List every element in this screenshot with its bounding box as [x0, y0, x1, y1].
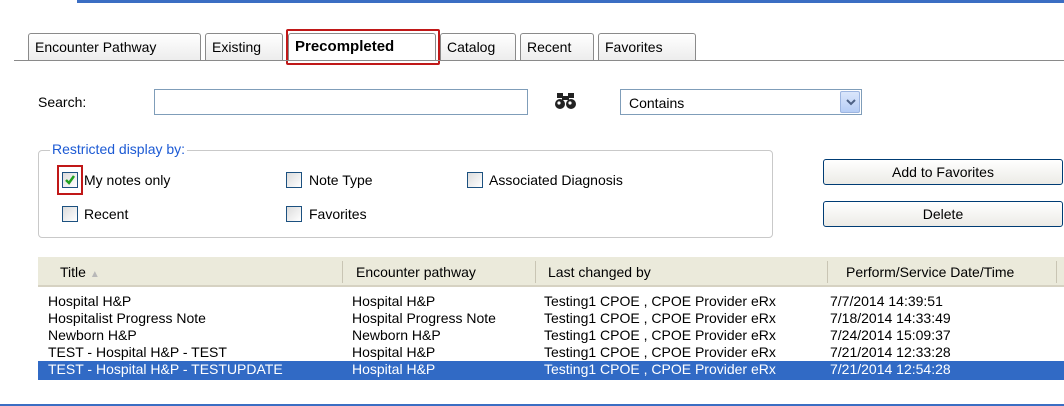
- cell-date: 7/21/2014 12:33:28: [830, 344, 951, 360]
- cell-date: 7/21/2014 12:54:28: [830, 361, 951, 377]
- recent-label: Recent: [84, 206, 129, 222]
- match-mode-value: Contains: [629, 95, 685, 111]
- column-divider[interactable]: [535, 261, 536, 283]
- sort-ascending-icon: ▲: [89, 269, 100, 280]
- note-type-checkbox[interactable]: [286, 172, 302, 188]
- cell-changed-by: Testing1 CPOE , CPOE Provider eRx: [544, 293, 776, 309]
- tab-catalog[interactable]: Catalog: [440, 33, 516, 61]
- cell-title: Hospital H&P: [48, 293, 132, 309]
- note-type-label: Note Type: [309, 172, 373, 188]
- cell-title: Hospitalist Progress Note: [48, 310, 206, 326]
- cell-pathway: Hospital H&P: [352, 344, 436, 360]
- column-divider[interactable]: [827, 261, 828, 283]
- recent-checkbox[interactable]: [62, 206, 78, 222]
- cell-changed-by: Testing1 CPOE , CPOE Provider eRx: [544, 310, 776, 326]
- column-divider[interactable]: [1056, 261, 1057, 283]
- my-notes-only-checkbox[interactable]: [62, 172, 78, 188]
- window-top-border: [77, 0, 1064, 3]
- tab-precompleted[interactable]: Precompleted: [288, 33, 436, 61]
- tab-existing[interactable]: Existing: [205, 33, 283, 61]
- associated-diagnosis-label: Associated Diagnosis: [489, 172, 623, 188]
- tab-recent[interactable]: Recent: [520, 33, 594, 61]
- cell-changed-by: Testing1 CPOE , CPOE Provider eRx: [544, 327, 776, 343]
- delete-button[interactable]: Delete: [823, 201, 1063, 227]
- associated-diagnosis-checkbox[interactable]: [467, 172, 483, 188]
- cell-pathway: Newborn H&P: [352, 327, 441, 343]
- restricted-display-title: Restricted display by:: [50, 141, 188, 157]
- add-to-favorites-button[interactable]: Add to Favorites: [823, 159, 1063, 185]
- match-mode-select[interactable]: Contains: [620, 89, 862, 115]
- cell-pathway: Hospital Progress Note: [352, 310, 496, 326]
- cell-pathway: Hospital H&P: [352, 361, 436, 377]
- cell-pathway: Hospital H&P: [352, 293, 436, 309]
- table-row[interactable]: Newborn H&P Newborn H&P Testing1 CPOE , …: [38, 327, 1064, 344]
- column-divider[interactable]: [342, 261, 343, 283]
- my-notes-only-label: My notes only: [84, 172, 171, 188]
- restricted-display-group: [38, 150, 773, 238]
- chevron-down-icon[interactable]: [840, 91, 860, 113]
- table-row[interactable]: TEST - Hospital H&P - TEST Hospital H&P …: [38, 344, 1064, 361]
- tab-encounter-pathway[interactable]: Encounter Pathway: [28, 33, 201, 61]
- cell-date: 7/18/2014 14:33:49: [830, 310, 951, 326]
- cell-date: 7/24/2014 15:09:37: [830, 327, 951, 343]
- notes-table: Title ▲ Encounter pathway Last changed b…: [38, 257, 1064, 404]
- cell-title: TEST - Hospital H&P - TESTUPDATE: [48, 361, 283, 377]
- cell-title: Newborn H&P: [48, 327, 137, 343]
- table-header: Title ▲ Encounter pathway Last changed b…: [38, 257, 1064, 287]
- table-row[interactable]: Hospitalist Progress Note Hospital Progr…: [38, 310, 1064, 327]
- tab-baseline: [14, 60, 1064, 61]
- tab-favorites[interactable]: Favorites: [598, 33, 696, 61]
- binoculars-icon[interactable]: [555, 92, 577, 110]
- favorites-checkbox[interactable]: [286, 206, 302, 222]
- cell-date: 7/7/2014 14:39:51: [830, 293, 943, 309]
- column-last-changed-by[interactable]: Last changed by: [548, 264, 651, 280]
- cell-changed-by: Testing1 CPOE , CPOE Provider eRx: [544, 344, 776, 360]
- cell-changed-by: Testing1 CPOE , CPOE Provider eRx: [544, 361, 776, 377]
- column-date-time[interactable]: Perform/Service Date/Time: [846, 264, 1014, 280]
- column-title[interactable]: Title ▲: [60, 264, 100, 280]
- column-encounter-pathway[interactable]: Encounter pathway: [356, 264, 476, 280]
- table-row[interactable]: Hospital H&P Hospital H&P Testing1 CPOE …: [38, 293, 1064, 310]
- table-row-selected[interactable]: TEST - Hospital H&P - TESTUPDATE Hospita…: [38, 361, 1064, 380]
- cell-title: TEST - Hospital H&P - TEST: [48, 344, 227, 360]
- search-input[interactable]: [154, 89, 528, 115]
- favorites-label: Favorites: [309, 206, 367, 222]
- search-label: Search:: [38, 94, 87, 110]
